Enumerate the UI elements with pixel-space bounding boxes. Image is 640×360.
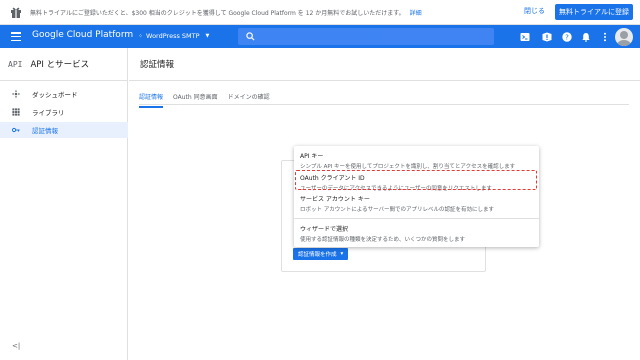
menu-item-title: サービス アカウント キー (300, 196, 370, 203)
menu-item-service-account-key[interactable]: サービス アカウント キー ロボット アカウントによるサーバー間でのアプリレベル… (294, 194, 539, 213)
search-input[interactable] (238, 28, 494, 45)
sidebar-item-library[interactable]: ライブラリ (0, 104, 128, 120)
notifications-alert-icon[interactable] (542, 32, 552, 42)
sidebar-item-credentials[interactable]: 認証情報 (0, 122, 128, 138)
menu-item-wizard[interactable]: ウィザードで選択 使用する認証情報の種類を決定するため、いくつかの質問をします (294, 224, 539, 243)
main-content: 認証情報 認証情報 OAuth 同意画面 ドメインの確認 認証情報を作成 ▾ A… (129, 48, 640, 360)
create-credentials-menu: API キー シンプル API キーを使用してプロジェクトを識別し、割り当てとア… (294, 146, 539, 247)
menu-item-oauth-client-id[interactable]: OAuth クライアント ID ユーザーのデータにアクセスできるようにユーザーの… (294, 173, 539, 192)
promo-close-button[interactable]: 閉じる (524, 6, 545, 16)
sidebar-item-dashboard[interactable]: ダッシュボード (0, 86, 128, 102)
sidebar-item-label: 認証情報 (32, 127, 58, 135)
menu-item-description: 使用する認証情報の種類を決定するため、いくつかの質問をします (300, 237, 466, 243)
sidebar-header: API API とサービス (0, 48, 127, 81)
collapse-sidebar-icon[interactable]: <| (12, 342, 20, 350)
sidebar-item-label: ダッシュボード (32, 91, 78, 99)
tabs-divider (139, 104, 629, 105)
help-icon[interactable]: ? (562, 32, 572, 42)
more-vert-icon[interactable] (600, 32, 610, 42)
tab-bar: 認証情報 OAuth 同意画面 ドメインの確認 (139, 92, 270, 108)
avatar[interactable] (615, 28, 633, 46)
menu-item-title: OAuth クライアント ID (300, 175, 365, 182)
gift-icon (11, 7, 21, 18)
page-title: 認証情報 (140, 60, 175, 70)
menu-item-description: ユーザーのデータにアクセスできるようにユーザーの同意をリクエストします (300, 186, 492, 192)
search-icon (246, 32, 255, 41)
free-trial-button[interactable]: 無料トライアルに登録 (555, 4, 633, 20)
tab-credentials[interactable]: 認証情報 (139, 92, 164, 108)
promo-detail-link[interactable]: 詳細 (410, 8, 422, 17)
menu-item-description: ロボット アカウントによるサーバー間でのアプリレベルの認証を有効にします (300, 207, 495, 213)
promo-message: 無料トライアルにご登録いただくと、$300 相当のクレジットを獲得して Goog… (30, 9, 405, 17)
tab-oauth-consent[interactable]: OAuth 同意画面 (173, 92, 218, 108)
key-icon (12, 127, 20, 133)
promo-banner: 無料トライアルにご登録いただくと、$300 相当のクレジットを獲得して Goog… (0, 0, 640, 25)
sidebar-title: API とサービス (30, 60, 90, 70)
top-app-bar: Google Cloud Platform ⁘ WordPress SMTP ▼… (0, 25, 640, 48)
dashboard-icon (12, 90, 20, 98)
api-badge-icon: API (8, 59, 23, 69)
caret-down-icon: ▾ (340, 251, 344, 257)
project-dots-icon: ⁘ (138, 32, 144, 40)
sidebar: API API とサービス ダッシュボード ライブラリ 認証情報 <| (0, 48, 128, 360)
page-header: 認証情報 (129, 48, 640, 81)
project-selector[interactable]: ⁘ WordPress SMTP ▼ (138, 32, 209, 40)
sidebar-item-label: ライブラリ (32, 109, 65, 117)
tab-domain-verification[interactable]: ドメインの確認 (228, 92, 270, 108)
svg-text:?: ? (565, 34, 569, 42)
library-icon (12, 108, 20, 116)
create-credentials-label: 認証情報を作成 (298, 252, 337, 258)
menu-item-description: シンプル API キーを使用してプロジェクトを識別し、割り当てとアクセスを確認し… (300, 164, 516, 170)
cloud-shell-icon[interactable] (520, 32, 530, 42)
bell-icon[interactable] (581, 32, 591, 42)
create-credentials-button[interactable]: 認証情報を作成 ▾ (293, 248, 349, 260)
menu-item-api-key[interactable]: API キー シンプル API キーを使用してプロジェクトを識別し、割り当てとア… (294, 151, 539, 170)
project-name: WordPress SMTP (146, 32, 200, 40)
caret-down-icon: ▼ (205, 33, 210, 39)
hamburger-menu-icon[interactable] (11, 32, 21, 41)
brand-title[interactable]: Google Cloud Platform (32, 30, 133, 40)
menu-item-title: ウィザードで選択 (300, 226, 349, 233)
menu-divider (294, 218, 539, 219)
menu-item-title: API キー (300, 153, 324, 160)
